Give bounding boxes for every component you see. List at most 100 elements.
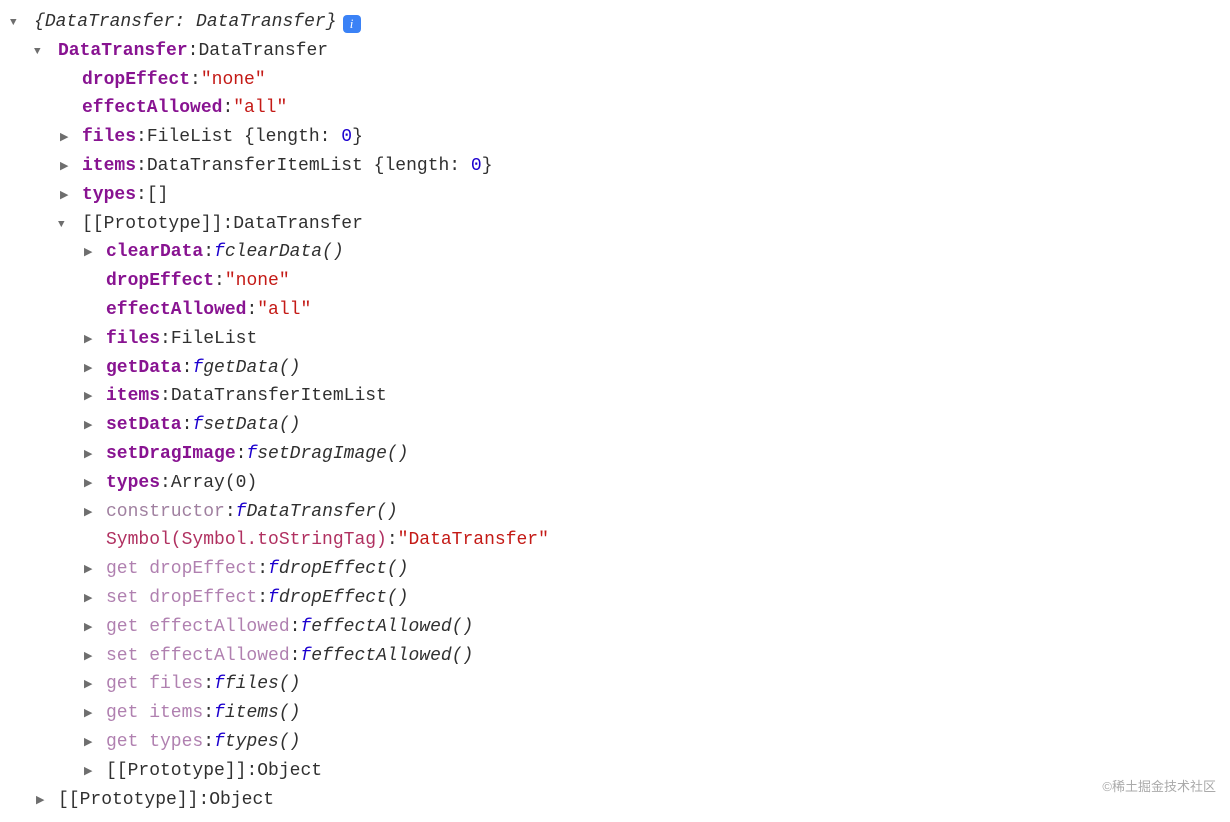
prop-row-datatransfer[interactable]: DataTransfer : DataTransfer bbox=[10, 37, 1220, 66]
prop-key: set dropEffect bbox=[106, 584, 257, 613]
prop-value: setData() bbox=[203, 411, 300, 440]
prop-row-cleardata[interactable]: clearData : f clearData() bbox=[10, 238, 1220, 267]
expand-toggle-icon[interactable] bbox=[82, 706, 106, 724]
prop-value: DataTransfer bbox=[198, 37, 328, 66]
prop-row-get-dropeffect[interactable]: get dropEffect : f dropEffect() bbox=[10, 555, 1220, 584]
prop-row-effectallowed[interactable]: effectAllowed : "all" bbox=[10, 94, 1220, 123]
prop-row-set-dropeffect[interactable]: set dropEffect : f dropEffect() bbox=[10, 584, 1220, 613]
prop-row-prototype[interactable]: [[Prototype]] : DataTransfer bbox=[10, 210, 1220, 239]
prop-value: Array(0) bbox=[171, 469, 257, 498]
prop-key: get files bbox=[106, 670, 203, 699]
function-keyword: f bbox=[246, 440, 257, 469]
expand-toggle-icon[interactable] bbox=[58, 130, 82, 148]
prop-value: getData() bbox=[203, 354, 300, 383]
prop-key: setDragImage bbox=[106, 440, 236, 469]
prop-key: [[Prototype]] bbox=[106, 757, 246, 786]
prop-row-get-types[interactable]: get types : f types() bbox=[10, 728, 1220, 757]
prop-row-proto-effectallowed[interactable]: effectAllowed : "all" bbox=[10, 296, 1220, 325]
prop-key: DataTransfer bbox=[58, 37, 188, 66]
prop-row-symbol-tostringtag[interactable]: Symbol(Symbol.toStringTag) : "DataTransf… bbox=[10, 526, 1220, 555]
prop-value: effectAllowed() bbox=[311, 613, 473, 642]
prop-row-setdragimage[interactable]: setDragImage : f setDragImage() bbox=[10, 440, 1220, 469]
prop-key: items bbox=[82, 152, 136, 181]
prop-value: files() bbox=[225, 670, 301, 699]
expand-toggle-icon[interactable] bbox=[82, 505, 106, 523]
expand-toggle-icon[interactable] bbox=[82, 677, 106, 695]
expand-toggle-icon[interactable] bbox=[82, 361, 106, 379]
prop-row-get-items[interactable]: get items : f items() bbox=[10, 699, 1220, 728]
prop-key: getData bbox=[106, 354, 182, 383]
prop-value: Object bbox=[209, 786, 274, 815]
prop-key: types bbox=[82, 181, 136, 210]
watermark: ©稀土掘金技术社区 bbox=[1102, 777, 1216, 798]
function-keyword: f bbox=[192, 354, 203, 383]
prop-row-proto-types[interactable]: types : Array(0) bbox=[10, 469, 1220, 498]
expand-toggle-icon[interactable] bbox=[58, 159, 82, 177]
prop-key: dropEffect bbox=[106, 267, 214, 296]
prop-value: setDragImage() bbox=[257, 440, 408, 469]
prop-row-items[interactable]: items : DataTransferItemList {length: 0} bbox=[10, 152, 1220, 181]
prop-value: effectAllowed() bbox=[311, 642, 473, 671]
prop-value: DataTransferItemList {length: 0} bbox=[147, 152, 493, 181]
prop-key: dropEffect bbox=[82, 66, 190, 95]
prop-key: get items bbox=[106, 699, 203, 728]
prop-row-proto-dropeffect[interactable]: dropEffect : "none" bbox=[10, 267, 1220, 296]
prop-row-getdata[interactable]: getData : f getData() bbox=[10, 354, 1220, 383]
expand-toggle-icon[interactable] bbox=[82, 418, 106, 436]
prop-row-get-effectallowed[interactable]: get effectAllowed : f effectAllowed() bbox=[10, 613, 1220, 642]
prop-row-set-effectallowed[interactable]: set effectAllowed : f effectAllowed() bbox=[10, 642, 1220, 671]
prop-row-proto-items[interactable]: items : DataTransferItemList bbox=[10, 382, 1220, 411]
expand-toggle-icon[interactable] bbox=[82, 620, 106, 638]
expand-toggle-icon[interactable] bbox=[82, 764, 106, 782]
info-icon[interactable]: i bbox=[343, 15, 361, 33]
expand-toggle-icon[interactable] bbox=[82, 332, 106, 350]
prop-row-files[interactable]: files : FileList {length: 0} bbox=[10, 123, 1220, 152]
prop-value: dropEffect() bbox=[279, 555, 409, 584]
prop-key: files bbox=[106, 325, 160, 354]
prop-value: "all" bbox=[257, 296, 311, 325]
expand-toggle-icon[interactable] bbox=[34, 44, 58, 62]
prop-value: dropEffect() bbox=[279, 584, 409, 613]
function-keyword: f bbox=[300, 642, 311, 671]
root-summary: {DataTransfer: DataTransfer} bbox=[34, 8, 337, 37]
expand-toggle-icon[interactable] bbox=[82, 447, 106, 465]
root-summary-row[interactable]: {DataTransfer: DataTransfer} i bbox=[10, 8, 1220, 37]
function-keyword: f bbox=[214, 728, 225, 757]
expand-toggle-icon[interactable] bbox=[10, 15, 34, 33]
prop-value: "none" bbox=[201, 66, 266, 95]
prop-value: clearData() bbox=[225, 238, 344, 267]
prop-row-setdata[interactable]: setData : f setData() bbox=[10, 411, 1220, 440]
prop-row-inner-prototype[interactable]: [[Prototype]] : Object bbox=[10, 757, 1220, 786]
prop-key: get effectAllowed bbox=[106, 613, 290, 642]
function-keyword: f bbox=[236, 498, 247, 527]
expand-toggle-icon[interactable] bbox=[82, 735, 106, 753]
prop-value: types() bbox=[225, 728, 301, 757]
expand-toggle-icon[interactable] bbox=[34, 793, 58, 811]
expand-toggle-icon[interactable] bbox=[58, 188, 82, 206]
prop-row-get-files[interactable]: get files : f files() bbox=[10, 670, 1220, 699]
prop-value: DataTransfer bbox=[233, 210, 363, 239]
prop-key: get dropEffect bbox=[106, 555, 257, 584]
expand-toggle-icon[interactable] bbox=[82, 389, 106, 407]
prop-key: clearData bbox=[106, 238, 203, 267]
prop-row-types[interactable]: types : [] bbox=[10, 181, 1220, 210]
function-keyword: f bbox=[268, 584, 279, 613]
prop-row-constructor[interactable]: constructor : f DataTransfer() bbox=[10, 498, 1220, 527]
prop-value: [] bbox=[147, 181, 169, 210]
expand-toggle-icon[interactable] bbox=[82, 649, 106, 667]
expand-toggle-icon[interactable] bbox=[82, 245, 106, 263]
function-keyword: f bbox=[214, 699, 225, 728]
expand-toggle-icon[interactable] bbox=[82, 591, 106, 609]
function-keyword: f bbox=[300, 613, 311, 642]
prop-key: setData bbox=[106, 411, 182, 440]
expand-toggle-icon[interactable] bbox=[82, 476, 106, 494]
prop-value: "none" bbox=[225, 267, 290, 296]
prop-row-dropeffect[interactable]: dropEffect : "none" bbox=[10, 66, 1220, 95]
prop-row-outer-prototype[interactable]: [[Prototype]] : Object bbox=[10, 786, 1220, 815]
expand-toggle-icon[interactable] bbox=[58, 217, 82, 235]
prop-key: items bbox=[106, 382, 160, 411]
expand-toggle-icon[interactable] bbox=[82, 562, 106, 580]
function-keyword: f bbox=[268, 555, 279, 584]
prop-value: "all" bbox=[233, 94, 287, 123]
prop-row-proto-files[interactable]: files : FileList bbox=[10, 325, 1220, 354]
